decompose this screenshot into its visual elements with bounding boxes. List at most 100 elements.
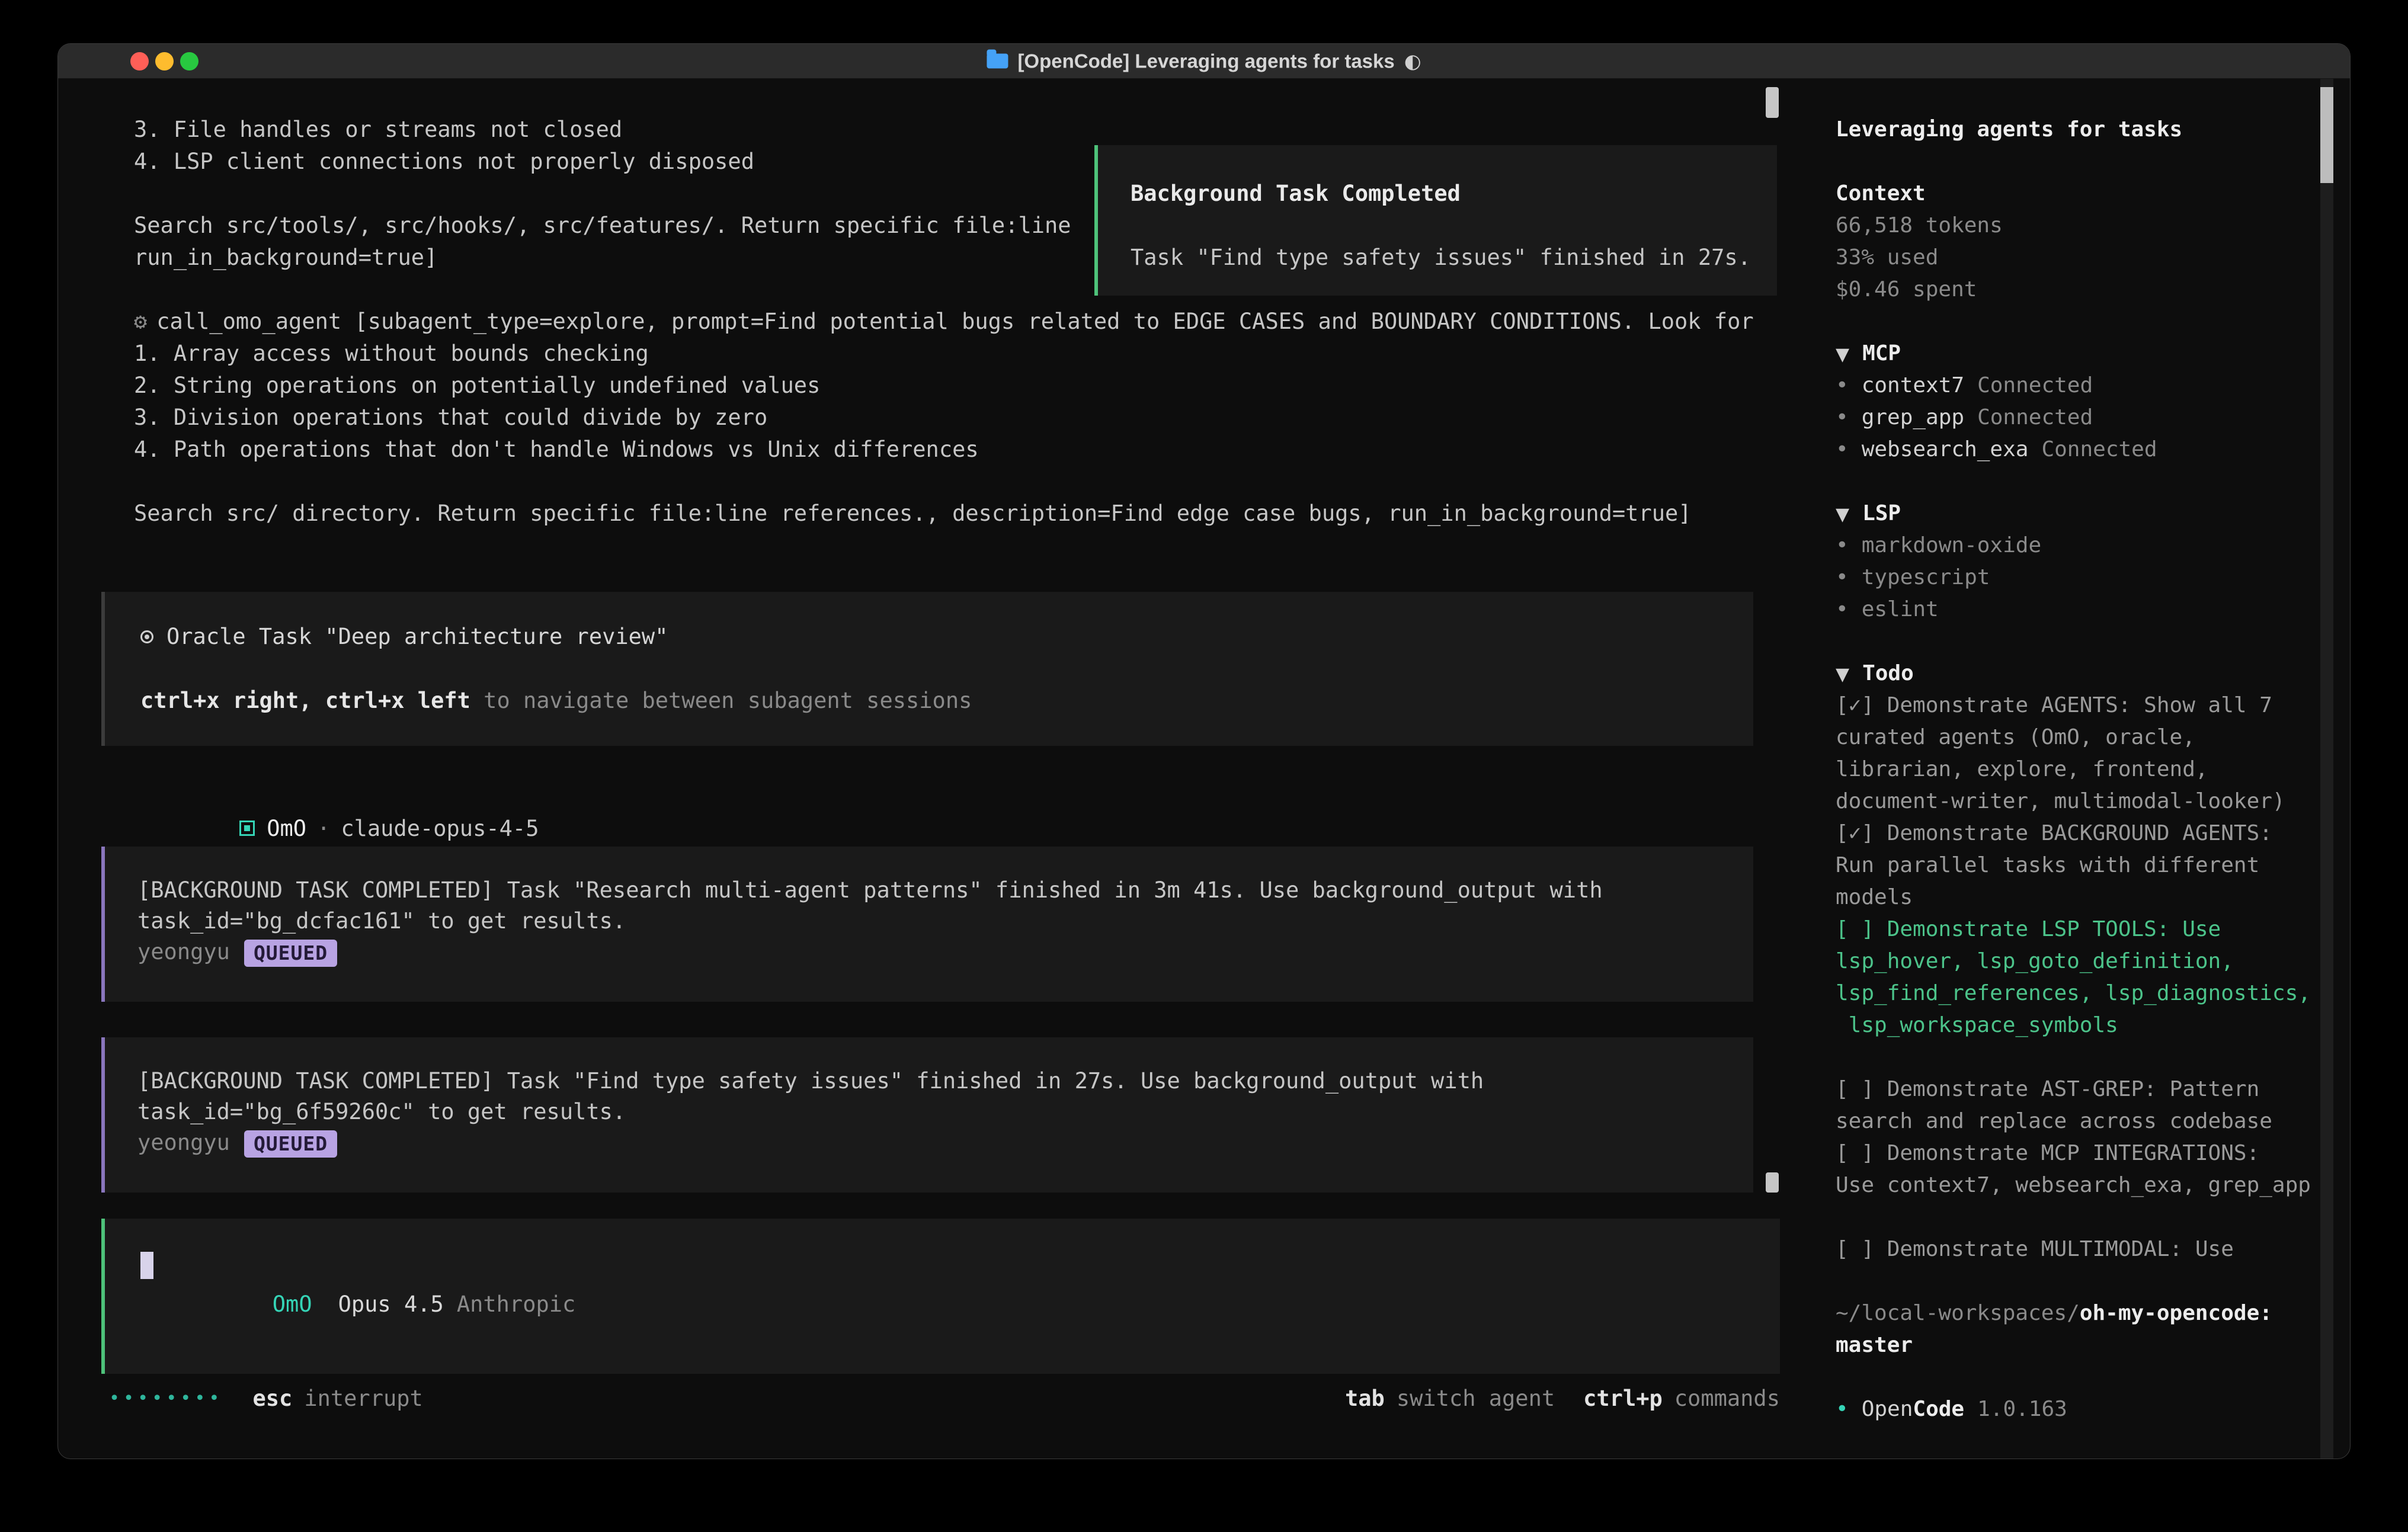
lsp-item: • eslint <box>1836 594 2350 626</box>
todo-item-line: curated agents (OmO, oracle, <box>1836 722 2350 754</box>
tab-key-hint: tab <box>1345 1383 1385 1415</box>
spacer <box>1836 1041 2350 1073</box>
prompt-input[interactable]: OmOOpus 4.5Anthropic <box>101 1219 1780 1374</box>
agent-model: claude-opus-4-5 <box>341 816 539 841</box>
spacer <box>1836 466 2350 498</box>
bullet-icon: • <box>1836 597 1849 621</box>
todo-item-line: librarian, explore, frontend, <box>1836 754 2350 786</box>
todo-item-line: [ ] Demonstrate MULTIMODAL: Use <box>1836 1233 2350 1265</box>
mcp-section-header: ▼MCP <box>1836 338 2350 370</box>
mcp-item-status: Connected <box>1977 373 2093 398</box>
task-message-meta: yeongyu QUEUED <box>137 937 1753 967</box>
tool-call-text: call_omo_agent [subagent_type=explore, p… <box>156 309 1753 334</box>
agent-name: OmO <box>267 816 306 841</box>
app-version-number: 1.0.163 <box>1977 1397 2067 1421</box>
zoom-window-button[interactable] <box>180 52 198 70</box>
sidebar-title: Leveraging agents for tasks <box>1836 114 2350 146</box>
window-title-area: [OpenCode] Leveraging agents for tasks ◐ <box>987 50 1421 73</box>
shortcut-description: to navigate between subagent sessions <box>470 688 972 713</box>
spacer <box>1836 306 2350 338</box>
mcp-item: •context7Connected <box>1836 370 2350 402</box>
workspace-branch: master <box>1836 1329 2350 1361</box>
app-name-code: Code <box>1913 1397 1964 1421</box>
triangle-down-icon: ▼ <box>1836 504 1849 525</box>
todo-item-line: [✓] Demonstrate BACKGROUND AGENTS: <box>1836 818 2350 850</box>
ctrlp-key-hint: ctrl+p <box>1583 1383 1663 1415</box>
mcp-item: •websearch_exaConnected <box>1836 434 2350 466</box>
scrollbar-thumb[interactable] <box>1766 87 1779 118</box>
todo-item-line: Use context7, websearch_exa, grep_app <box>1836 1169 2350 1201</box>
mcp-heading: MCP <box>1862 341 1901 366</box>
window-title: [OpenCode] Leveraging agents for tasks <box>1017 50 1394 72</box>
task-message: [BACKGROUND TASK COMPLETED] Task "Resear… <box>101 847 1753 1002</box>
spacer <box>1836 146 2350 178</box>
agent-icon <box>239 821 255 836</box>
todo-item-line: search and replace across codebase <box>1836 1105 2350 1137</box>
minimize-window-button[interactable] <box>155 52 174 70</box>
oracle-task-header: Oracle Task "Deep architecture review" <box>140 621 1753 653</box>
terminal-window: [OpenCode] Leveraging agents for tasks ◐… <box>57 43 2351 1459</box>
mcp-item-name: grep_app <box>1862 405 1964 430</box>
spinner-icon: •••••••• <box>109 1383 223 1415</box>
spacer <box>1836 1265 2350 1297</box>
input-provider-name: Anthropic <box>457 1291 575 1317</box>
status-bar: •••••••• esc interrupt tab switch agent ctrl… <box>58 1383 1780 1415</box>
spacer <box>1836 1201 2350 1233</box>
task-message-line: [BACKGROUND TASK COMPLETED] Task "Resear… <box>137 875 1753 906</box>
folder-icon <box>987 54 1008 69</box>
todo-item-line: document-writer, multimodal-looker) <box>1836 786 2350 818</box>
background-task-notification: Background Task Completed Task "Find typ… <box>1094 145 1777 296</box>
lsp-section-header: ▼LSP <box>1836 498 2350 530</box>
lsp-item-name: eslint <box>1862 597 1939 621</box>
spacer <box>1836 626 2350 658</box>
window-titlebar[interactable]: [OpenCode] Leveraging agents for tasks ◐ <box>58 44 2350 79</box>
task-message-line: task_id="bg_6f59260c" to get results. <box>137 1097 1753 1127</box>
bullet-icon: • <box>1836 565 1849 589</box>
oracle-task-title: Oracle Task "Deep architecture review" <box>166 624 668 649</box>
mcp-item-name: websearch_exa <box>1862 437 2029 461</box>
queued-badge: QUEUED <box>244 940 337 967</box>
mcp-item-status: Connected <box>2041 437 2157 461</box>
todo-item-line-active: lsp_hover, lsp_goto_definition, <box>1836 946 2350 977</box>
esc-key-label: interrupt <box>304 1383 422 1415</box>
tool-call-tail: Search src/ directory. Return specific f… <box>134 498 1811 530</box>
mcp-item-status: Connected <box>1977 405 2093 430</box>
tab-key-label: switch agent <box>1397 1383 1555 1415</box>
scrollbar-thumb[interactable] <box>2320 87 2333 183</box>
traffic-lights <box>130 44 198 78</box>
spacer <box>140 653 1753 685</box>
todo-item-line-active: lsp_find_references, lsp_diagnostics, <box>1836 977 2350 1009</box>
status-bar-right: tab switch agent ctrl+p commands <box>1345 1383 1780 1415</box>
workspace-path: ~/local-workspaces/oh-my-opencode: <box>1836 1297 2350 1329</box>
task-message-meta: yeongyuQUEUED <box>137 1127 1753 1158</box>
input-footer: OmOOpus 4.5Anthropic <box>140 1257 575 1352</box>
spacer <box>1131 210 1777 242</box>
todo-heading: Todo <box>1862 661 1914 685</box>
context-tokens: 66,518 tokens <box>1836 210 2350 242</box>
record-icon <box>140 630 153 643</box>
todo-item-line: [ ] Demonstrate MCP INTEGRATIONS: <box>1836 1137 2350 1169</box>
shortcut-keys: ctrl+x right, ctrl+x left <box>140 688 470 713</box>
close-window-button[interactable] <box>130 52 149 70</box>
mcp-item: •grep_appConnected <box>1836 402 2350 434</box>
todo-section-header: ▼Todo <box>1836 658 2350 690</box>
esc-key-hint: esc <box>253 1383 293 1415</box>
bullet-icon: • <box>1836 373 1849 398</box>
todo-item-line: [✓] Demonstrate AGENTS: Show all 7 <box>1836 690 2350 722</box>
sidebar-scrollbar[interactable] <box>2320 79 2333 1459</box>
bullet-icon: • <box>1836 1397 1849 1421</box>
oracle-task-panel: Oracle Task "Deep architecture review" c… <box>101 592 1753 746</box>
navigation-hint: ctrl+x right, ctrl+x left to navigate be… <box>140 685 1753 717</box>
task-author: yeongyu <box>137 939 230 964</box>
task-message-line: [BACKGROUND TASK COMPLETED] Task "Find t… <box>137 1066 1753 1097</box>
input-model-name: Opus 4.5 <box>338 1291 444 1317</box>
gear-icon: ⚙ <box>134 309 147 334</box>
workspace-path-prefix: ~/local-workspaces/ <box>1836 1301 2080 1325</box>
lsp-item-name: typescript <box>1862 565 1990 589</box>
spacer <box>1836 1361 2350 1393</box>
ctrlp-key-label: commands <box>1674 1383 1780 1415</box>
output-line: 3. File handles or streams not closed <box>134 114 1811 146</box>
context-spent: $0.46 spent <box>1836 274 2350 306</box>
scrollbar-thumb[interactable] <box>1766 1172 1779 1193</box>
context-heading: Context <box>1836 178 2350 210</box>
